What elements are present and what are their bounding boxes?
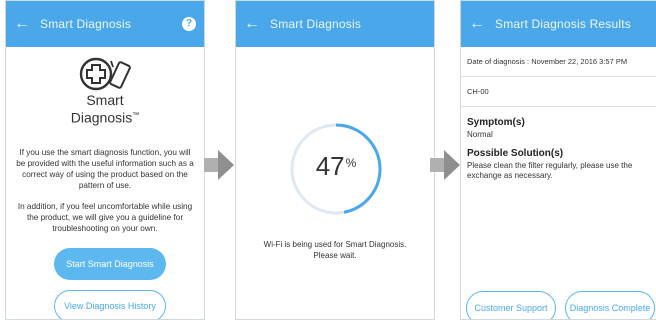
back-arrow-icon[interactable]: ←	[469, 15, 487, 33]
view-diagnosis-history-button[interactable]: View Diagnosis History	[54, 290, 166, 319]
customer-support-button[interactable]: Customer Support	[466, 291, 556, 319]
back-arrow-icon[interactable]: ←	[244, 15, 262, 33]
screen-title: Smart Diagnosis	[270, 17, 362, 31]
smart-diagnosis-logo: Smart Diagnosis™	[60, 55, 150, 133]
flow-arrow-icon	[430, 150, 460, 180]
status-message: Wi-Fi is being used for Smart Diagnosis.…	[236, 239, 434, 261]
screen-title: Smart Diagnosis Results	[495, 17, 631, 31]
progress-percentage: 47%	[288, 151, 384, 182]
medical-phone-icon	[79, 57, 131, 91]
flow-arrow-icon	[204, 150, 234, 180]
symptom-text: Normal	[467, 130, 493, 139]
solution-heading: Possible Solution(s)	[467, 148, 564, 159]
diagnosis-date: Date of diagnosis : November 22, 2016 3:…	[461, 47, 656, 77]
help-icon[interactable]: ?	[182, 17, 196, 31]
diagnosis-code: CH-00	[461, 77, 656, 107]
solution-text: Please clean the filter regularly, pleas…	[467, 161, 633, 180]
progress-value: 47	[315, 151, 345, 181]
app-bar: ← Smart Diagnosis Results	[461, 1, 656, 47]
app-bar: ← Smart Diagnosis ?	[6, 1, 204, 47]
symptom-heading: Symptom(s)	[467, 117, 525, 128]
smart-diagnosis-screen: ← Smart Diagnosis ? Smart Diagnosis™ If …	[5, 0, 205, 320]
status-line-2: Please wait.	[313, 251, 357, 260]
intro-text: If you use the smart diagnosis function,…	[16, 148, 194, 190]
logo-line-2: Diagnosis	[70, 109, 133, 126]
status-line-1: Wi-Fi is being used for Smart Diagnosis.	[263, 240, 407, 249]
progress-unit: %	[345, 156, 357, 170]
start-smart-diagnosis-button[interactable]: Start Smart Diagnosis	[54, 248, 166, 280]
diagnosis-progress-screen: ← Smart Diagnosis 47% Wi-Fi is being use…	[235, 0, 435, 320]
trademark: ™	[132, 112, 140, 119]
screen-title: Smart Diagnosis	[40, 17, 132, 31]
guideline-text: In addition, if you feel uncomfortable w…	[17, 202, 193, 233]
diagnosis-results-screen: ← Smart Diagnosis Results Date of diagno…	[460, 0, 656, 320]
app-bar: ← Smart Diagnosis	[236, 1, 434, 47]
diagnosis-complete-button[interactable]: Diagnosis Complete	[565, 291, 655, 319]
back-arrow-icon[interactable]: ←	[14, 15, 32, 33]
logo-line-1: Smart	[86, 92, 124, 108]
